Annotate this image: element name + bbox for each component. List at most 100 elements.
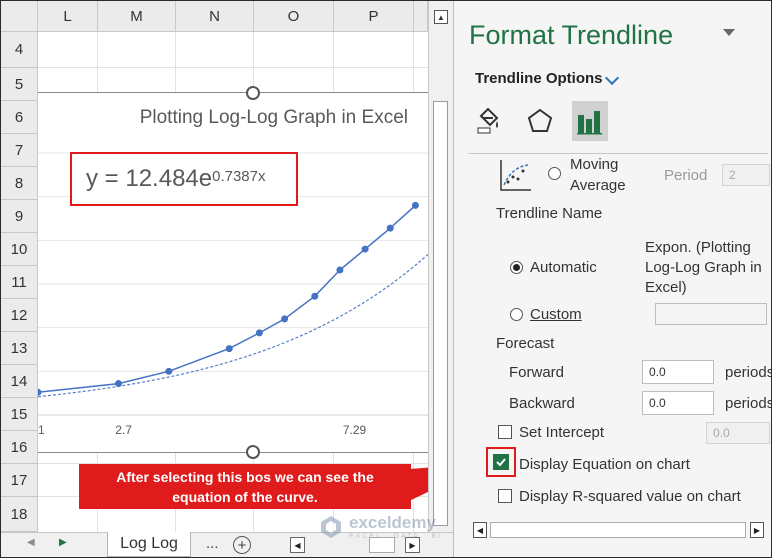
equation-exponent: 0.7387x [212, 167, 266, 185]
row-header[interactable]: 18 [1, 497, 38, 532]
row-header[interactable]: 4 [1, 32, 38, 68]
forward-periods-unit: periods [725, 364, 772, 381]
custom-label: Custom [530, 306, 582, 323]
data-point [38, 388, 42, 396]
effects-pentagon-icon[interactable] [522, 101, 558, 141]
data-point [311, 292, 319, 300]
pane-title: Format Trendline [469, 20, 674, 50]
row-header[interactable]: 14 [1, 365, 38, 398]
row-header[interactable]: 6 [1, 101, 38, 134]
prev-sheet-icon[interactable]: ◀ [27, 537, 35, 548]
display-r-squared-checkbox[interactable] [498, 489, 512, 503]
fill-line-icon[interactable] [470, 101, 506, 141]
column-header-q[interactable] [414, 1, 428, 32]
exceldemy-logo-icon [321, 515, 341, 538]
backward-periods-input[interactable]: 0.0 [642, 391, 714, 415]
custom-name-input[interactable] [655, 303, 767, 325]
scroll-right-icon[interactable]: ▶ [750, 522, 764, 538]
row-header[interactable]: 11 [1, 266, 38, 299]
display-equation-highlight [486, 447, 516, 477]
column-header-l[interactable]: L [38, 1, 98, 32]
display-equation-label: Display Equation on chart [519, 456, 690, 473]
select-all-corner[interactable] [1, 1, 38, 32]
moving-average-label: Moving [570, 157, 619, 173]
column-header-n[interactable]: N [176, 1, 254, 32]
display-equation-checkbox[interactable] [493, 454, 509, 470]
automatic-radio[interactable] [510, 261, 523, 274]
plot-area[interactable]: 1 2.7 7.29 [38, 93, 428, 454]
watermark-tagline: EXCEL · DATA · BI [349, 533, 442, 540]
scroll-left-icon[interactable]: ◀ [473, 522, 487, 538]
scroll-thumb[interactable] [433, 101, 448, 526]
data-point [361, 245, 369, 253]
chart-area[interactable]: 1 2.7 7.29 Plotting Log-Log Graph in Excel… [38, 86, 428, 459]
data-point [225, 345, 233, 353]
row-header[interactable]: 9 [1, 200, 38, 233]
watermark: exceldemy EXCEL · DATA · BI [319, 513, 442, 540]
intercept-input[interactable]: 0.0 [706, 422, 770, 444]
automatic-name-value-2: Log-Log Graph in [645, 259, 762, 276]
backward-label: Backward [509, 395, 575, 412]
next-sheet-icon[interactable]: ▶ [59, 537, 67, 548]
sheet-vertical-scrollbar[interactable]: ▲ [428, 1, 453, 532]
checkmark-icon [496, 458, 506, 467]
row-header[interactable]: 17 [1, 464, 38, 497]
x-tick-label: 7.29 [343, 423, 367, 437]
chart-resize-handle-top[interactable] [246, 86, 260, 100]
x-tick-label: 1 [38, 423, 45, 437]
row-header[interactable]: 7 [1, 134, 38, 167]
scroll-left-icon[interactable]: ◀ [290, 537, 305, 553]
row-header[interactable]: 13 [1, 332, 38, 365]
row-header[interactable]: 12 [1, 299, 38, 332]
forward-periods-input[interactable]: 0.0 [642, 360, 714, 384]
row-header[interactable]: 5 [1, 68, 38, 101]
worksheet: L M N O P 4 5 6 7 8 9 10 11 12 13 14 15 … [1, 1, 453, 557]
data-point [411, 201, 419, 209]
format-trendline-pane: Format Trendline Trendline Options Movin… [453, 1, 771, 557]
forward-label: Forward [509, 364, 565, 381]
column-header-o[interactable]: O [254, 1, 334, 32]
scroll-up-icon[interactable]: ▲ [434, 10, 448, 24]
automatic-label: Automatic [530, 259, 597, 276]
excel-window: L M N O P 4 5 6 7 8 9 10 11 12 13 14 15 … [0, 0, 772, 558]
set-intercept-label: Set Intercept [519, 424, 605, 441]
trendline-equation[interactable]: y = 12.484e 0.7387x [70, 152, 298, 206]
equation-base: y = 12.484e [86, 165, 213, 192]
moving-average-icon [500, 160, 531, 191]
pane-horizontal-scrollbar[interactable]: ◀ ▶ [468, 518, 771, 541]
automatic-name-value-3: Excel) [645, 279, 687, 296]
chart-resize-handle-bottom[interactable] [246, 445, 260, 459]
pane-scroll-track[interactable] [490, 522, 746, 538]
column-header-m[interactable]: M [98, 1, 176, 32]
chart-title[interactable]: Plotting Log-Log Graph in Excel [38, 107, 408, 129]
row-header[interactable]: 16 [1, 431, 38, 464]
sheet-tab-log-log[interactable]: Log Log [107, 532, 191, 557]
data-point [336, 266, 344, 274]
more-sheets-button[interactable]: ... [206, 535, 219, 552]
display-r-squared-label: Display R-squared value on chart [519, 488, 741, 505]
trendline-options-tab[interactable]: Trendline Options [475, 70, 603, 87]
period-label: Period [664, 167, 708, 184]
pane-options-chevron-icon[interactable] [723, 29, 735, 36]
moving-average-label-2: Average [570, 177, 626, 194]
moving-average-radio[interactable] [548, 167, 561, 180]
x-tick-label: 2.7 [115, 423, 132, 437]
add-sheet-icon[interactable]: + [233, 536, 251, 554]
data-point [281, 315, 289, 323]
automatic-name-value: Expon. (Plotting [645, 239, 751, 256]
custom-radio[interactable] [510, 308, 523, 321]
data-point [386, 224, 394, 232]
row-header[interactable]: 15 [1, 398, 38, 431]
period-stepper[interactable]: 2 [722, 164, 770, 186]
annotation-callout: After selecting this bos we can see the … [79, 464, 411, 509]
trendline-curve [38, 253, 428, 398]
series-line [38, 204, 416, 394]
column-header-p[interactable]: P [334, 1, 414, 32]
row-header[interactable]: 8 [1, 167, 38, 200]
chevron-down-icon[interactable] [604, 70, 620, 86]
watermark-name: exceldemy [349, 513, 436, 532]
forecast-label: Forecast [496, 335, 555, 352]
bar-chart-options-icon[interactable] [572, 101, 608, 141]
row-header[interactable]: 10 [1, 233, 38, 266]
set-intercept-checkbox[interactable] [498, 425, 512, 439]
